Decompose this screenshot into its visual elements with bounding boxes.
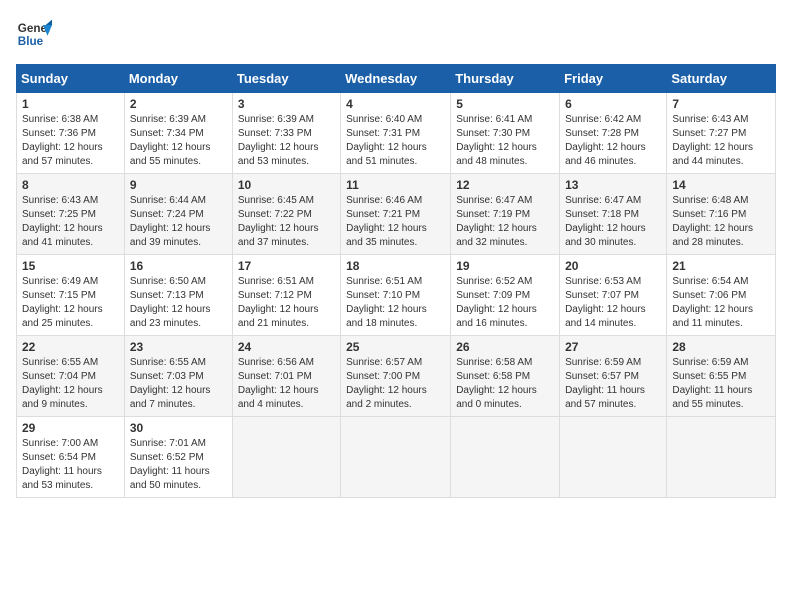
calendar-cell-1: 1Sunrise: 6:38 AMSunset: 7:36 PMDaylight…	[17, 93, 125, 174]
calendar-cell-27: 27Sunrise: 6:59 AMSunset: 6:57 PMDayligh…	[560, 336, 667, 417]
calendar-cell-13: 13Sunrise: 6:47 AMSunset: 7:18 PMDayligh…	[560, 174, 667, 255]
calendar-cell-3: 3Sunrise: 6:39 AMSunset: 7:33 PMDaylight…	[232, 93, 340, 174]
weekday-header-thursday: Thursday	[451, 65, 560, 93]
calendar-row-4: 22Sunrise: 6:55 AMSunset: 7:04 PMDayligh…	[17, 336, 776, 417]
svg-text:Blue: Blue	[18, 35, 44, 48]
calendar-cell-26: 26Sunrise: 6:58 AMSunset: 6:58 PMDayligh…	[451, 336, 560, 417]
weekday-header-saturday: Saturday	[667, 65, 776, 93]
logo-icon: General Blue	[16, 16, 52, 52]
calendar-cell-12: 12Sunrise: 6:47 AMSunset: 7:19 PMDayligh…	[451, 174, 560, 255]
calendar-cell-28: 28Sunrise: 6:59 AMSunset: 6:55 PMDayligh…	[667, 336, 776, 417]
calendar-cell-23: 23Sunrise: 6:55 AMSunset: 7:03 PMDayligh…	[124, 336, 232, 417]
calendar-cell-empty	[667, 417, 776, 498]
calendar-cell-29: 29Sunrise: 7:00 AMSunset: 6:54 PMDayligh…	[17, 417, 125, 498]
calendar-cell-empty	[560, 417, 667, 498]
calendar-cell-empty	[451, 417, 560, 498]
page-header: General Blue	[16, 16, 776, 52]
logo: General Blue	[16, 16, 52, 52]
calendar-cell-10: 10Sunrise: 6:45 AMSunset: 7:22 PMDayligh…	[232, 174, 340, 255]
calendar-cell-8: 8Sunrise: 6:43 AMSunset: 7:25 PMDaylight…	[17, 174, 125, 255]
calendar-cell-14: 14Sunrise: 6:48 AMSunset: 7:16 PMDayligh…	[667, 174, 776, 255]
calendar-cell-4: 4Sunrise: 6:40 AMSunset: 7:31 PMDaylight…	[341, 93, 451, 174]
calendar-row-5: 29Sunrise: 7:00 AMSunset: 6:54 PMDayligh…	[17, 417, 776, 498]
weekday-header-tuesday: Tuesday	[232, 65, 340, 93]
weekday-header-sunday: Sunday	[17, 65, 125, 93]
calendar-cell-empty	[341, 417, 451, 498]
calendar-cell-21: 21Sunrise: 6:54 AMSunset: 7:06 PMDayligh…	[667, 255, 776, 336]
weekday-header-friday: Friday	[560, 65, 667, 93]
calendar-cell-17: 17Sunrise: 6:51 AMSunset: 7:12 PMDayligh…	[232, 255, 340, 336]
calendar-cell-9: 9Sunrise: 6:44 AMSunset: 7:24 PMDaylight…	[124, 174, 232, 255]
calendar-cell-11: 11Sunrise: 6:46 AMSunset: 7:21 PMDayligh…	[341, 174, 451, 255]
calendar-cell-18: 18Sunrise: 6:51 AMSunset: 7:10 PMDayligh…	[341, 255, 451, 336]
weekday-header-wednesday: Wednesday	[341, 65, 451, 93]
calendar-cell-24: 24Sunrise: 6:56 AMSunset: 7:01 PMDayligh…	[232, 336, 340, 417]
calendar-cell-25: 25Sunrise: 6:57 AMSunset: 7:00 PMDayligh…	[341, 336, 451, 417]
calendar-cell-20: 20Sunrise: 6:53 AMSunset: 7:07 PMDayligh…	[560, 255, 667, 336]
calendar-row-3: 15Sunrise: 6:49 AMSunset: 7:15 PMDayligh…	[17, 255, 776, 336]
calendar-cell-19: 19Sunrise: 6:52 AMSunset: 7:09 PMDayligh…	[451, 255, 560, 336]
calendar-cell-30: 30Sunrise: 7:01 AMSunset: 6:52 PMDayligh…	[124, 417, 232, 498]
calendar-row-1: 1Sunrise: 6:38 AMSunset: 7:36 PMDaylight…	[17, 93, 776, 174]
calendar-cell-7: 7Sunrise: 6:43 AMSunset: 7:27 PMDaylight…	[667, 93, 776, 174]
weekday-header-row: SundayMondayTuesdayWednesdayThursdayFrid…	[17, 65, 776, 93]
calendar-cell-empty	[232, 417, 340, 498]
calendar-table: SundayMondayTuesdayWednesdayThursdayFrid…	[16, 64, 776, 498]
calendar-cell-6: 6Sunrise: 6:42 AMSunset: 7:28 PMDaylight…	[560, 93, 667, 174]
weekday-header-monday: Monday	[124, 65, 232, 93]
calendar-cell-2: 2Sunrise: 6:39 AMSunset: 7:34 PMDaylight…	[124, 93, 232, 174]
calendar-cell-22: 22Sunrise: 6:55 AMSunset: 7:04 PMDayligh…	[17, 336, 125, 417]
calendar-cell-15: 15Sunrise: 6:49 AMSunset: 7:15 PMDayligh…	[17, 255, 125, 336]
calendar-cell-5: 5Sunrise: 6:41 AMSunset: 7:30 PMDaylight…	[451, 93, 560, 174]
calendar-row-2: 8Sunrise: 6:43 AMSunset: 7:25 PMDaylight…	[17, 174, 776, 255]
calendar-cell-16: 16Sunrise: 6:50 AMSunset: 7:13 PMDayligh…	[124, 255, 232, 336]
